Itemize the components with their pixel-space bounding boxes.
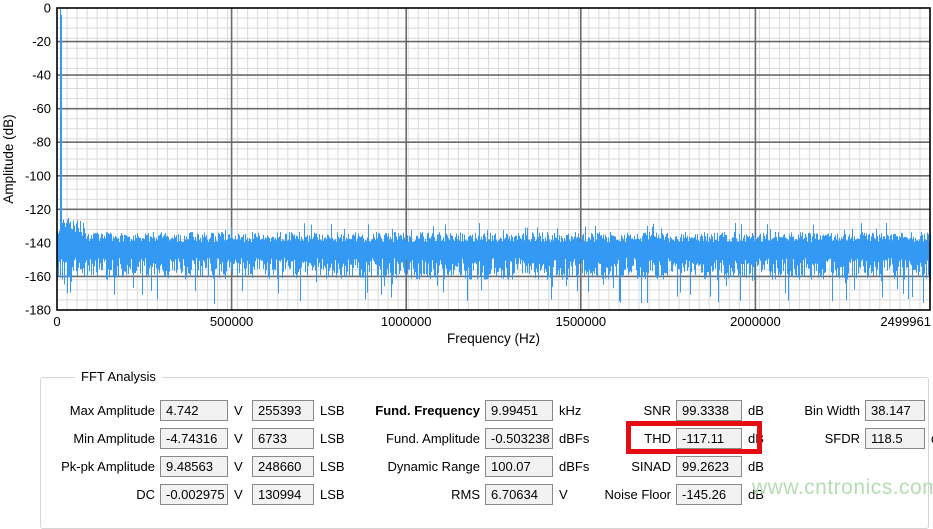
stat-label: THD xyxy=(644,430,671,446)
y-axis-title: Amplitude (dB) xyxy=(1,114,16,203)
stat-row-fund-amplitude: Fund. Amplitude -0.503238 dBFs xyxy=(371,424,589,452)
x-tick-label: 2499961 xyxy=(880,314,931,329)
stat-unit-label: dBFs xyxy=(559,430,590,446)
stat-unit-label: LSB xyxy=(320,458,345,474)
x-tick-label: 1000000 xyxy=(381,314,432,329)
y-tick-label: -160 xyxy=(25,269,51,284)
stat-value-field[interactable]: 100.07 xyxy=(485,455,553,477)
stat-unit-label: dB xyxy=(748,402,764,418)
x-tick-label: 1500000 xyxy=(555,314,606,329)
stat-label: Bin Width xyxy=(804,402,860,418)
stat-unit-label: LSB xyxy=(320,430,345,446)
stat-value-field[interactable]: 38.147 xyxy=(865,399,925,421)
y-tick-label: -60 xyxy=(32,101,51,116)
y-tick-label: -120 xyxy=(25,202,51,217)
fft-spectrum-plot[interactable]: 0-20-40-60-80-100-120-140-160-1800 500000… xyxy=(0,0,933,360)
y-tick-label: -100 xyxy=(25,168,51,183)
stat-label: Fund. Frequency xyxy=(375,402,480,418)
stat-row-min-amplitude: Min Amplitude -4.74316 V 6733 LSB xyxy=(47,424,345,452)
stat-value-field[interactable]: 6733 xyxy=(252,427,314,449)
y-tick-label: 0 xyxy=(44,1,51,16)
stat-label: Dynamic Range xyxy=(387,458,481,474)
x-tick-label: 2000000 xyxy=(730,314,781,329)
stat-label: Noise Floor xyxy=(604,486,671,502)
stat-label: Max Amplitude xyxy=(69,402,155,418)
stat-unit-label: dBFs xyxy=(559,458,590,474)
stat-row-rms: RMS 6.70634 V xyxy=(371,480,589,508)
x-tick-label: 500000 xyxy=(210,314,253,329)
fft-analysis-panel: FFT Analysis Max Amplitude 4.742 V 255393 LS… xyxy=(40,369,933,529)
x-axis-title: Frequency (Hz) xyxy=(447,331,540,346)
snr-stats-column: SNR 99.3338 dB THD -117.11 dB SINAD 99.2623 dB No… xyxy=(586,396,764,508)
stat-value-field[interactable]: 9.48563 xyxy=(160,455,228,477)
stat-value-field[interactable]: 248660 xyxy=(252,455,314,477)
stat-label: Pk-pk Amplitude xyxy=(61,458,155,474)
stat-value-field[interactable]: 9.99451 xyxy=(485,399,553,421)
fft-spectrum-chart[interactable]: 0 -20 -40 -60 -80 -100 -120 -140 -160 -180 0 500000… xyxy=(0,0,933,360)
y-tick-label: -80 xyxy=(32,135,51,150)
y-tick-label: -40 xyxy=(32,68,51,83)
stat-row-bin-width: Bin Width 38.147 xyxy=(776,396,933,424)
stat-unit-label: dB xyxy=(748,430,764,446)
stat-value-field[interactable]: 99.2623 xyxy=(676,455,742,477)
stat-unit-label: V xyxy=(559,486,568,502)
stat-unit-label: LSB xyxy=(320,402,345,418)
stat-unit-label: dB xyxy=(748,458,764,474)
binwidth-stats-column: Bin Width 38.147 SFDR 118.5dB xyxy=(776,396,933,452)
stat-value-field[interactable]: 118.5 xyxy=(865,427,925,449)
stat-value-field[interactable]: -4.74316 xyxy=(160,427,228,449)
stat-unit-label: V xyxy=(234,402,243,418)
stat-label: SNR xyxy=(643,402,671,418)
stat-row-thd: THD -117.11 dB xyxy=(586,424,764,452)
stat-label: Min Amplitude xyxy=(73,430,155,446)
stat-value-field[interactable]: -145.26 xyxy=(676,483,742,505)
stat-label: RMS xyxy=(451,486,480,502)
stat-value-field[interactable]: 6.70634 xyxy=(485,483,553,505)
stat-row-fund-frequency: Fund. Frequency 9.99451 kHz xyxy=(371,396,589,424)
stat-label: DC xyxy=(136,486,155,502)
y-tick-label: -140 xyxy=(25,235,51,250)
stat-unit-label: kHz xyxy=(559,402,582,418)
stat-value-field[interactable]: -117.11 xyxy=(676,427,742,449)
stat-row-dynamic-range: Dynamic Range 100.07 dBFs xyxy=(371,452,589,480)
stat-unit-label: V xyxy=(234,486,243,502)
stat-value-field[interactable]: -0.503238 xyxy=(485,427,553,449)
stat-value-field[interactable]: 4.742 xyxy=(160,399,228,421)
y-tick-label: -20 xyxy=(32,34,51,49)
stat-value-field[interactable]: 255393 xyxy=(252,399,314,421)
stat-label: SINAD xyxy=(631,458,671,474)
stat-unit-label: V xyxy=(234,458,243,474)
stat-row-pk-pk-amplitude: Pk-pk Amplitude 9.48563 V 248660 LSB xyxy=(47,452,345,480)
stat-value-field[interactable]: 99.3338 xyxy=(676,399,742,421)
stat-label: SFDR xyxy=(824,430,860,446)
panel-title: FFT Analysis xyxy=(75,369,162,384)
stat-value-field[interactable]: -0.002975 xyxy=(160,483,228,505)
stat-row-noise-floor: Noise Floor -145.26 dB xyxy=(586,480,764,508)
stat-value-field[interactable]: 130994 xyxy=(252,483,314,505)
x-tick-label: 0 xyxy=(53,314,60,329)
stat-row-sinad: SINAD 99.2623 dB xyxy=(586,452,764,480)
stat-label: Fund. Amplitude xyxy=(386,430,480,446)
stat-row-max-amplitude: Max Amplitude 4.742 V 255393 LSB xyxy=(47,396,345,424)
amplitude-stats-column: Max Amplitude 4.742 V 255393 LSB Min Amplitud… xyxy=(47,396,345,508)
stat-unit-label: dB xyxy=(925,431,933,446)
fundamental-stats-column: Fund. Frequency 9.99451 kHz Fund. Amplitude… xyxy=(371,396,589,508)
stat-row-snr: SNR 99.3338 dB xyxy=(586,396,764,424)
stat-unit-label: V xyxy=(234,430,243,446)
stat-row-sfdr: SFDR 118.5dB xyxy=(776,424,933,452)
stat-unit-label: LSB xyxy=(320,486,345,502)
y-tick-label: -180 xyxy=(25,303,51,318)
stat-row-dc: DC -0.002975 V 130994 LSB xyxy=(47,480,345,508)
stat-unit-label: dB xyxy=(748,486,764,502)
